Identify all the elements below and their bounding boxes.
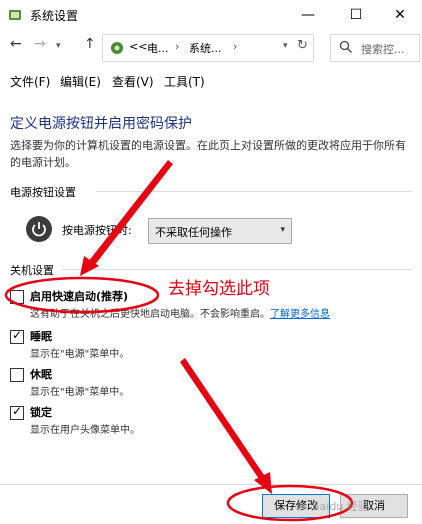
history-chevron-icon[interactable]: ▾ — [56, 41, 61, 51]
menu-edit[interactable]: 编辑(E) — [60, 73, 101, 90]
hibernate-checkbox[interactable] — [10, 368, 24, 382]
section-divider — [96, 191, 412, 192]
up-arrow-icon[interactable]: ↑ — [84, 36, 96, 52]
option-label: 休眠 — [30, 368, 52, 381]
refresh-icon[interactable]: ↻ — [297, 38, 308, 53]
annotation-arrow-to-checkbox — [88, 160, 173, 266]
maximize-button[interactable]: ☐ — [334, 0, 378, 30]
settings-app-icon — [9, 10, 21, 20]
annotation-arrowhead-save — [254, 472, 272, 494]
control-panel-icon — [111, 42, 123, 54]
annotation-arrow-to-save — [180, 358, 266, 482]
option-label: 睡眠 — [30, 330, 52, 343]
breadcrumb-item[interactable]: 系统... — [189, 40, 222, 56]
option-description: 显示在"电源"菜单中。 — [30, 387, 130, 398]
option-label: 锁定 — [30, 406, 52, 419]
breadcrumb-overflow[interactable]: << — [129, 40, 147, 53]
address-dropdown-icon[interactable]: ▾ — [283, 41, 288, 51]
annotation-text: 去掉勾选此项 — [168, 279, 270, 299]
address-bar[interactable]: << 电... › 系统... › ▾ ↻ — [102, 34, 314, 62]
shutdown-section-label: 关机设置 — [10, 264, 54, 277]
menu-file[interactable]: 文件(F) — [10, 73, 50, 90]
page-description: 选择要为你的计算机设置的电源设置。在此页上对设置所做的更改将应用于你所有的电源计… — [10, 139, 406, 169]
page-heading: 定义电源按钮并启用密码保护 — [10, 116, 192, 132]
menu-tools[interactable]: 工具(T) — [164, 73, 205, 90]
breadcrumb-item[interactable]: 电... — [147, 40, 169, 56]
check-icon: ✓ — [12, 404, 23, 418]
option-description: 这有助于在关机之后更快地启动电脑。不会影响重启。了解更多信息 — [30, 309, 330, 320]
menu-bar: 文件(F) 编辑(E) 查看(V) 工具(T) — [0, 70, 422, 92]
option-description: 显示在用户头像菜单中。 — [30, 425, 140, 436]
search-box[interactable]: 搜索控... — [330, 34, 420, 62]
option-label: 启用快速启动(推荐) — [30, 290, 129, 303]
option-description: 显示在"电源"菜单中。 — [30, 349, 130, 360]
back-arrow-icon[interactable]: ← — [10, 36, 22, 52]
section-divider — [62, 269, 412, 270]
fast-startup-checkbox[interactable] — [10, 290, 24, 304]
power-button-label: 按电源按钮时: — [62, 224, 132, 237]
power-icon — [26, 216, 52, 242]
window-title: 系统设置 — [30, 9, 79, 23]
sleep-checkbox[interactable]: ✓ — [10, 328, 24, 344]
search-icon — [339, 40, 352, 53]
power-button-section-label: 电源按钮设置 — [10, 186, 76, 199]
menu-view[interactable]: 查看(V) — [112, 73, 154, 90]
navigation-bar: ← → ▾ ↑ << 电... › 系统... › ▾ ↻ 搜索控... — [0, 34, 422, 64]
power-symbol-icon — [32, 222, 46, 237]
footer-divider — [0, 484, 422, 485]
power-button-action-select[interactable]: 不采取任何操作 ▾ — [148, 218, 292, 244]
breadcrumb-separator-icon: › — [175, 40, 180, 53]
chevron-down-icon: ▾ — [280, 225, 285, 235]
select-value: 不采取任何操作 — [155, 226, 232, 239]
search-placeholder: 搜索控... — [361, 43, 405, 56]
minimize-button[interactable]: — — [286, 0, 330, 30]
forward-arrow-icon[interactable]: → — [34, 36, 46, 52]
lock-checkbox[interactable]: ✓ — [10, 404, 24, 420]
check-icon: ✓ — [12, 328, 23, 342]
learn-more-link[interactable]: 了解更多信息 — [270, 309, 330, 320]
annotation-arrowhead-checkbox — [80, 256, 99, 276]
watermark: Baidu 经验 — [312, 500, 369, 513]
breadcrumb-separator-icon: › — [233, 40, 238, 53]
close-button[interactable]: ✕ — [378, 0, 422, 30]
title-bar: 系统设置 — ☐ ✕ — [0, 0, 422, 30]
